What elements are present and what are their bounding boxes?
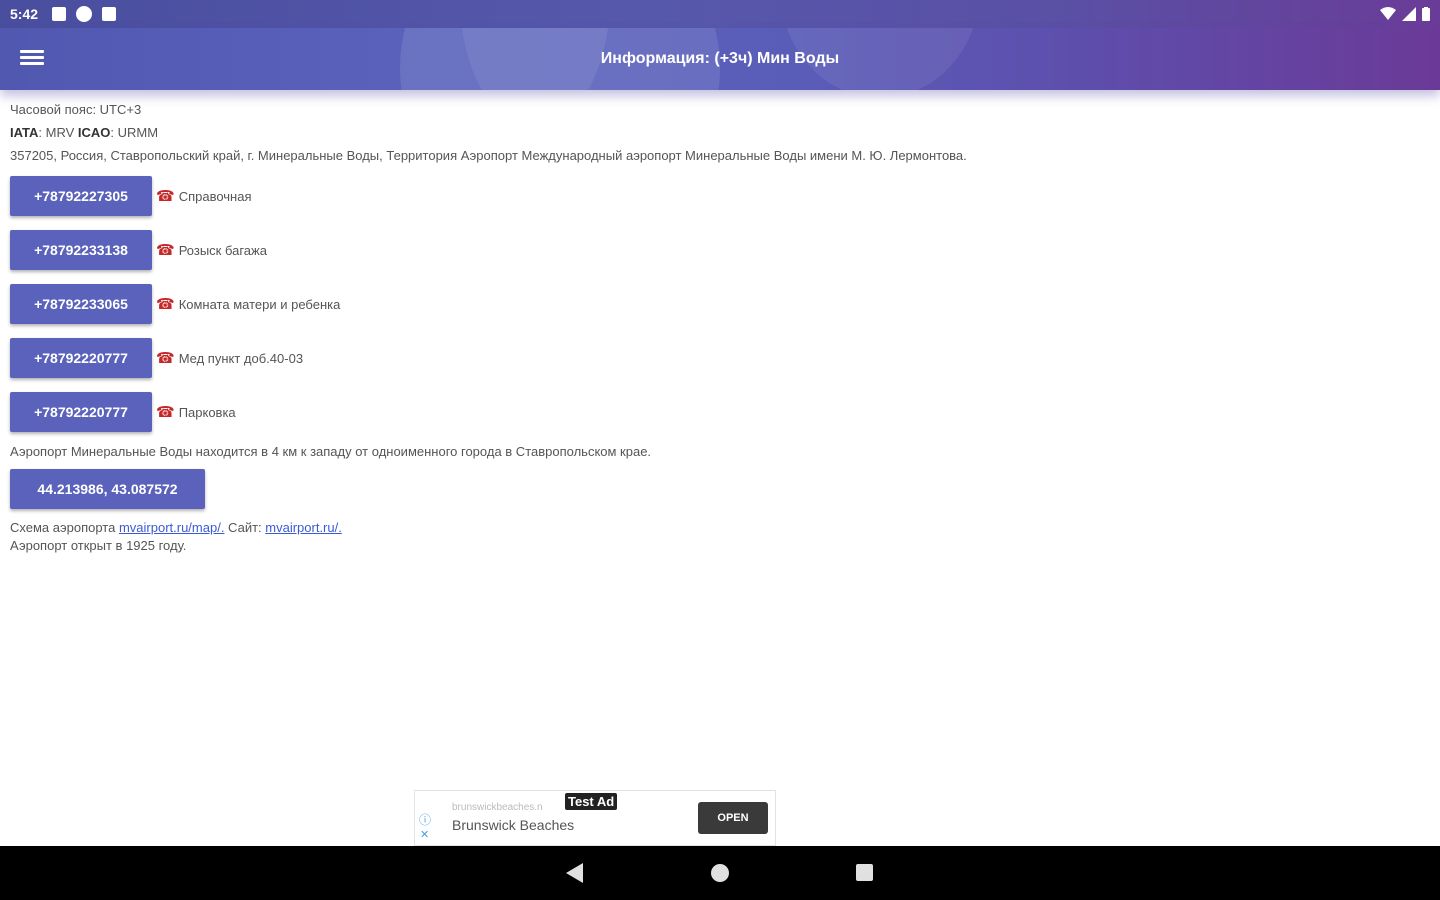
phone-icon: ☎ [156, 350, 175, 367]
battery-icon [1422, 7, 1430, 21]
iata-label: IATA [10, 125, 39, 140]
address-text: 357205, Россия, Ставропольский край, г. … [10, 148, 967, 163]
timezone-text: Часовой пояс: UTC+3 [10, 102, 142, 117]
iata-value: : MRV [38, 125, 78, 140]
phone-row: +78792220777 ☎ Парковка [10, 385, 1430, 439]
phone-label: Парковка [178, 404, 236, 420]
coordinates-button[interactable]: 44.213986, 43.087572 [10, 469, 205, 509]
ad-title: Brunswick Beaches [452, 817, 575, 833]
back-triangle-icon[interactable] [566, 863, 583, 883]
phone-row: +78792227305 ☎ Справочная [10, 169, 1430, 223]
phone-icon: ☎ [156, 242, 175, 259]
ad-close-icon[interactable]: ✕ [420, 828, 429, 841]
navigation-bar [0, 846, 1440, 900]
ad-domain: brunswickbeaches.n [452, 802, 543, 813]
airport-info: Часовой пояс: UTC+3 IATA: MRV ICAO: URMM… [10, 98, 1430, 555]
ad-banner[interactable]: ⓘ ✕ brunswickbeaches.n Brunswick Beaches… [414, 790, 776, 846]
icao-label: ICAO [77, 125, 111, 140]
p-icon [76, 6, 93, 22]
phone-label: Комната матери и ребенка [178, 296, 341, 312]
notification-icon [52, 7, 67, 21]
icao-value: : URMM [110, 125, 159, 140]
phone-button[interactable]: +78792220777 [10, 392, 152, 432]
recents-square-icon[interactable] [856, 864, 873, 881]
status-icons [52, 6, 117, 22]
home-circle-icon[interactable] [711, 864, 729, 882]
phone-icon: ☎ [156, 188, 175, 205]
links-line: Схема аэропорта mvairport.ru/map/. Сайт:… [10, 519, 1430, 537]
page-title: Информация: (+3ч) Мин Воды [600, 50, 840, 67]
phone-button[interactable]: +78792233065 [10, 284, 152, 324]
codes-line: IATA: MRV ICAO: URMM [10, 121, 1430, 144]
sd-card-icon [102, 7, 117, 21]
status-bar: 5:42 [0, 0, 1440, 28]
site-link[interactable]: mvairport.ru/. [265, 520, 342, 535]
ad-open-button[interactable]: OPEN [698, 802, 768, 834]
phone-icon: ☎ [156, 296, 175, 313]
phone-row: +78792233138 ☎ Розыск багажа [10, 223, 1430, 277]
phone-row: +78792220777 ☎ Мед пункт доб.40-03 [10, 331, 1430, 385]
scheme-prefix: Схема аэропорта [10, 520, 119, 535]
site-prefix: Сайт: [224, 520, 266, 535]
wifi-icon [1380, 7, 1396, 20]
status-time: 5:42 [10, 6, 39, 22]
ad-test-tag: Test Ad [565, 793, 618, 810]
phone-label: Розыск багажа [178, 242, 267, 258]
phone-label: Справочная [178, 188, 252, 204]
description-text: Аэропорт Минеральные Воды находится в 4 … [10, 444, 652, 459]
ad-info-icon[interactable]: ⓘ [419, 811, 431, 828]
opened-text: Аэропорт открыт в 1925 году. [10, 538, 187, 553]
phone-row: +78792233065 ☎ Комната матери и ребенка [10, 277, 1430, 331]
app-bar: Информация: (+3ч) Мин Воды [0, 28, 1440, 90]
signal-icon [1402, 7, 1416, 21]
phone-icon: ☎ [156, 404, 175, 421]
scheme-link[interactable]: mvairport.ru/map/. [119, 520, 224, 535]
phone-button[interactable]: +78792220777 [10, 338, 152, 378]
phone-button[interactable]: +78792227305 [10, 176, 152, 216]
status-right-icons [1380, 7, 1430, 21]
hamburger-menu-icon[interactable] [18, 47, 46, 71]
phone-button[interactable]: +78792233138 [10, 230, 152, 270]
phone-label: Мед пункт доб.40-03 [178, 350, 304, 366]
